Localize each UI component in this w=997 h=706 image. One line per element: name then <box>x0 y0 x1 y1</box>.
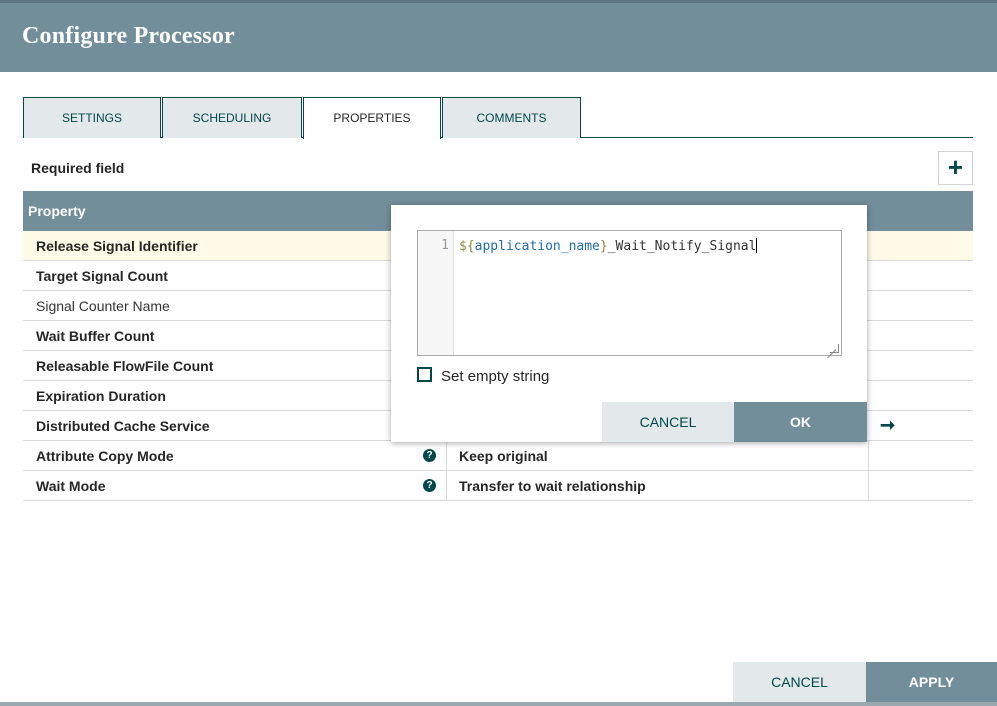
expression-close: } <box>599 239 608 254</box>
property-name: Wait Mode <box>36 478 106 494</box>
tab-comments[interactable]: COMMENTS <box>442 97 581 138</box>
text-cursor <box>756 238 758 253</box>
property-name: Release Signal Identifier <box>36 238 198 254</box>
go-to-service-arrow-icon[interactable]: ➞ <box>880 415 895 436</box>
editor-ok-button[interactable]: OK <box>734 402 867 442</box>
property-value-editor: 1 ${application_name}_Wait_Notify_Signal… <box>391 205 867 442</box>
resize-handle-icon[interactable] <box>830 344 839 353</box>
configure-processor-dialog: Configure Processor SETTINGS SCHEDULING … <box>0 0 997 706</box>
column-divider <box>446 471 447 501</box>
column-divider <box>868 471 869 501</box>
property-value[interactable]: Transfer to wait relationship <box>459 478 646 494</box>
column-divider <box>868 441 869 471</box>
property-name: Attribute Copy Mode <box>36 448 174 464</box>
line-number: 1 <box>441 238 449 253</box>
add-property-button[interactable]: + <box>938 151 973 185</box>
line-gutter: 1 <box>418 231 454 355</box>
property-name: Signal Counter Name <box>36 298 170 314</box>
required-field-label: Required field <box>31 160 125 176</box>
tab-properties[interactable]: PROPERTIES <box>303 97 441 139</box>
dialog-apply-button[interactable]: APPLY <box>866 662 997 702</box>
expression-variable: application_name <box>474 239 600 254</box>
set-empty-string-label[interactable]: Set empty string <box>441 368 549 385</box>
property-name: Distributed Cache Service <box>36 418 210 434</box>
table-row[interactable]: Wait Mode ? Transfer to wait relationshi… <box>23 471 973 501</box>
dialog-cancel-button[interactable]: CANCEL <box>733 662 866 702</box>
code-line[interactable]: ${application_name}_Wait_Notify_Signal <box>459 238 758 254</box>
expression-open: ${ <box>459 239 475 254</box>
plus-icon: + <box>947 152 964 182</box>
column-divider <box>446 441 447 471</box>
dialog-title: Configure Processor <box>22 23 235 49</box>
table-row[interactable]: Attribute Copy Mode ? Keep original <box>23 441 973 471</box>
expression-literal: _Wait_Notify_Signal <box>607 239 757 254</box>
set-empty-string-checkbox[interactable] <box>417 367 432 382</box>
help-icon[interactable]: ? <box>423 479 436 492</box>
tab-bar: SETTINGS SCHEDULING PROPERTIES COMMENTS <box>23 97 973 139</box>
property-name: Expiration Duration <box>36 388 166 404</box>
tab-settings[interactable]: SETTINGS <box>23 97 161 138</box>
property-value[interactable]: Keep original <box>459 448 548 464</box>
help-icon[interactable]: ? <box>423 449 436 462</box>
background-canvas-strip <box>0 702 997 706</box>
dialog-header: Configure Processor <box>0 0 997 72</box>
property-name: Wait Buffer Count <box>36 328 155 344</box>
property-name: Target Signal Count <box>36 268 168 284</box>
tab-scheduling[interactable]: SCHEDULING <box>162 97 302 138</box>
expression-editor[interactable]: 1 ${application_name}_Wait_Notify_Signal <box>417 230 842 356</box>
editor-cancel-button[interactable]: CANCEL <box>602 402 734 442</box>
property-name: Releasable FlowFile Count <box>36 358 214 374</box>
